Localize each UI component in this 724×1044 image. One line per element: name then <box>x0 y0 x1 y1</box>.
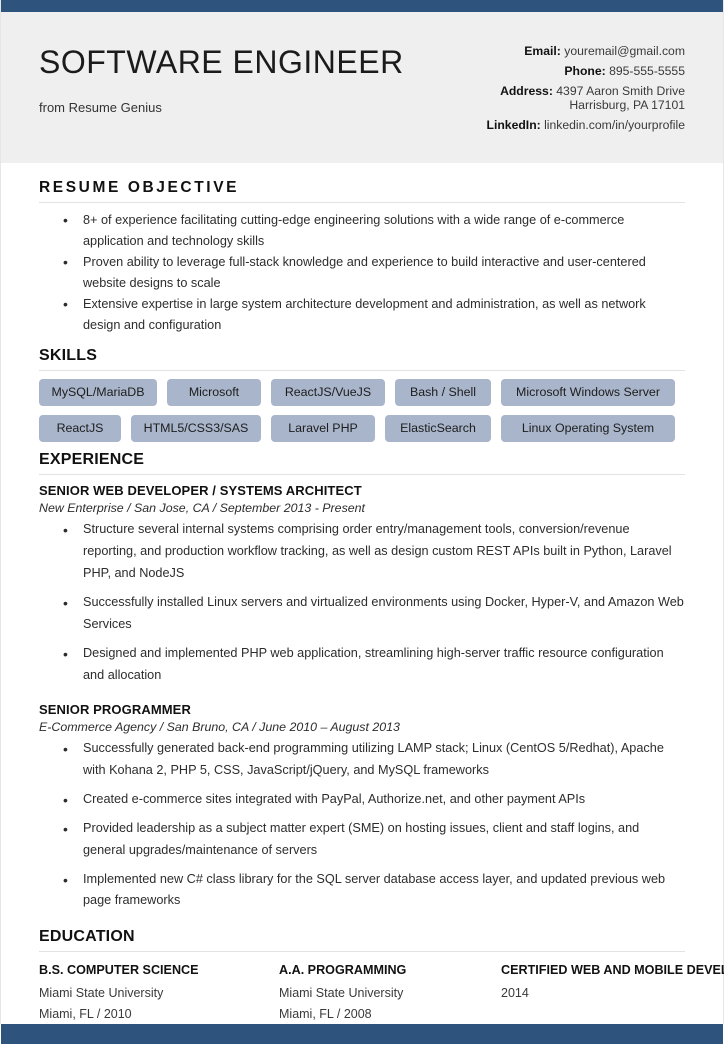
contact-row-email: Email: youremail@gmail.com <box>487 45 685 57</box>
linkedin-label: LinkedIn: <box>486 117 541 132</box>
email-value[interactable]: youremail@gmail.com <box>564 44 685 58</box>
section-experience: EXPERIENCE SENIOR WEB DEVELOPER / SYSTEM… <box>39 451 685 912</box>
job-meta: E-Commerce Agency / San Bruno, CA / June… <box>39 720 400 735</box>
section-skills: SKILLS MySQL/MariaDB Microsoft ReactJS/V… <box>39 347 685 443</box>
education-degree: B.S. COMPUTER SCIENCE <box>39 963 199 978</box>
education-entry-3: CERTIFIED WEB AND MOBILE DEVELOPER 2014 <box>501 962 724 1024</box>
experience-entry-1: SENIOR WEB DEVELOPER / SYSTEMS ARCHITECT… <box>39 483 685 686</box>
section-resume-objective: RESUME OBJECTIVE 8+ of experience facili… <box>39 179 685 335</box>
header-subtitle: from Resume Genius <box>39 99 162 115</box>
page-title: SOFTWARE ENGINEER <box>39 44 404 80</box>
skill-pill[interactable]: ReactJS <box>39 415 121 443</box>
section-heading-education: EDUCATION <box>39 928 685 953</box>
education-school: Miami State University <box>279 986 404 1001</box>
phone-value[interactable]: 895-555-5555 <box>609 64 685 78</box>
job-meta: New Enterprise / San Jose, CA / Septembe… <box>39 501 365 516</box>
job-bullet-list: Structure several internal systems compr… <box>45 518 685 687</box>
contact-row-phone: Phone: 895-555-5555 <box>487 65 685 77</box>
skills-row-1: MySQL/MariaDB Microsoft ReactJS/VueJS Ba… <box>39 379 685 407</box>
education-detail: Miami, FL / 2008 <box>279 1006 372 1021</box>
skill-pill[interactable]: ElasticSearch <box>385 415 491 443</box>
top-accent-bar <box>1 0 723 12</box>
skills-pill-grid: MySQL/MariaDB Microsoft ReactJS/VueJS Ba… <box>39 379 685 443</box>
contact-row-linkedin: LinkedIn: linkedin.com/in/yourprofile <box>487 119 685 131</box>
education-entry-2: A.A. PROGRAMMING Miami State University … <box>279 962 501 1024</box>
resume-body: RESUME OBJECTIVE 8+ of experience facili… <box>1 163 724 1024</box>
resume-page: SOFTWARE ENGINEER from Resume Genius Ema… <box>0 0 724 1044</box>
contact-row-address: Address: 4397 Aaron Smith Drive Harrisbu… <box>487 84 685 112</box>
list-item: Implemented new C# class library for the… <box>45 868 685 913</box>
job-title: SENIOR WEB DEVELOPER / SYSTEMS ARCHITECT <box>39 483 362 499</box>
education-degree: A.A. PROGRAMMING <box>279 963 407 978</box>
section-heading-objective: RESUME OBJECTIVE <box>39 179 685 203</box>
skill-pill[interactable]: ReactJS/VueJS <box>271 379 385 407</box>
education-entry-1: B.S. COMPUTER SCIENCE Miami State Univer… <box>39 962 279 1024</box>
list-item: Successfully installed Linux servers and… <box>45 591 685 636</box>
education-grid: B.S. COMPUTER SCIENCE Miami State Univer… <box>39 962 724 1024</box>
header-identity: SOFTWARE ENGINEER from Resume Genius <box>39 42 404 115</box>
objective-bullet-list: 8+ of experience facilitating cutting-ed… <box>45 209 685 335</box>
address-label: Address: <box>500 84 553 99</box>
linkedin-value[interactable]: linkedin.com/in/yourprofile <box>544 118 685 132</box>
list-item: Designed and implemented PHP web applica… <box>45 642 685 687</box>
bottom-accent-bar <box>1 1023 723 1044</box>
list-item: Extensive expertise in large system arch… <box>45 293 685 335</box>
list-item: Successfully generated back-end programm… <box>45 737 685 782</box>
phone-label: Phone: <box>564 64 606 79</box>
skill-pill[interactable]: Microsoft <box>167 379 261 407</box>
section-heading-skills: SKILLS <box>39 347 685 372</box>
resume-header: SOFTWARE ENGINEER from Resume Genius Ema… <box>1 12 723 163</box>
skill-pill[interactable]: MySQL/MariaDB <box>39 379 157 407</box>
address-value-line2: Harrisburg, PA 17101 <box>569 97 685 112</box>
education-school: 2014 <box>501 986 529 1001</box>
skills-row-2: ReactJS HTML5/CSS3/SAS Laravel PHP Elast… <box>39 415 685 443</box>
skill-pill[interactable]: Linux Operating System <box>501 415 675 443</box>
skill-pill[interactable]: Microsoft Windows Server <box>501 379 675 407</box>
email-label: Email: <box>524 44 561 58</box>
contact-block: Email: youremail@gmail.com Phone: 895-55… <box>487 42 685 139</box>
list-item: Provided leadership as a subject matter … <box>45 817 685 862</box>
education-degree: CERTIFIED WEB AND MOBILE DEVELOPER <box>501 963 724 978</box>
skill-pill[interactable]: Laravel PHP <box>271 415 375 443</box>
address-value-line1: 4397 Aaron Smith Drive <box>556 84 685 99</box>
list-item: Created e-commerce sites integrated with… <box>45 788 685 812</box>
education-school: Miami State University <box>39 986 164 1001</box>
section-heading-experience: EXPERIENCE <box>39 451 685 476</box>
list-item: Structure several internal systems compr… <box>45 518 685 585</box>
job-bullet-list: Successfully generated back-end programm… <box>45 737 685 913</box>
section-education: EDUCATION B.S. COMPUTER SCIENCE Miami St… <box>39 928 724 1024</box>
skill-pill[interactable]: HTML5/CSS3/SAS <box>131 415 261 443</box>
list-item: 8+ of experience facilitating cutting-ed… <box>45 209 685 251</box>
skill-pill[interactable]: Bash / Shell <box>395 379 491 407</box>
list-item: Proven ability to leverage full-stack kn… <box>45 251 685 293</box>
experience-entry-2: SENIOR PROGRAMMER E-Commerce Agency / Sa… <box>39 702 685 912</box>
job-title: SENIOR PROGRAMMER <box>39 702 191 718</box>
education-detail: Miami, FL / 2010 <box>39 1006 132 1021</box>
